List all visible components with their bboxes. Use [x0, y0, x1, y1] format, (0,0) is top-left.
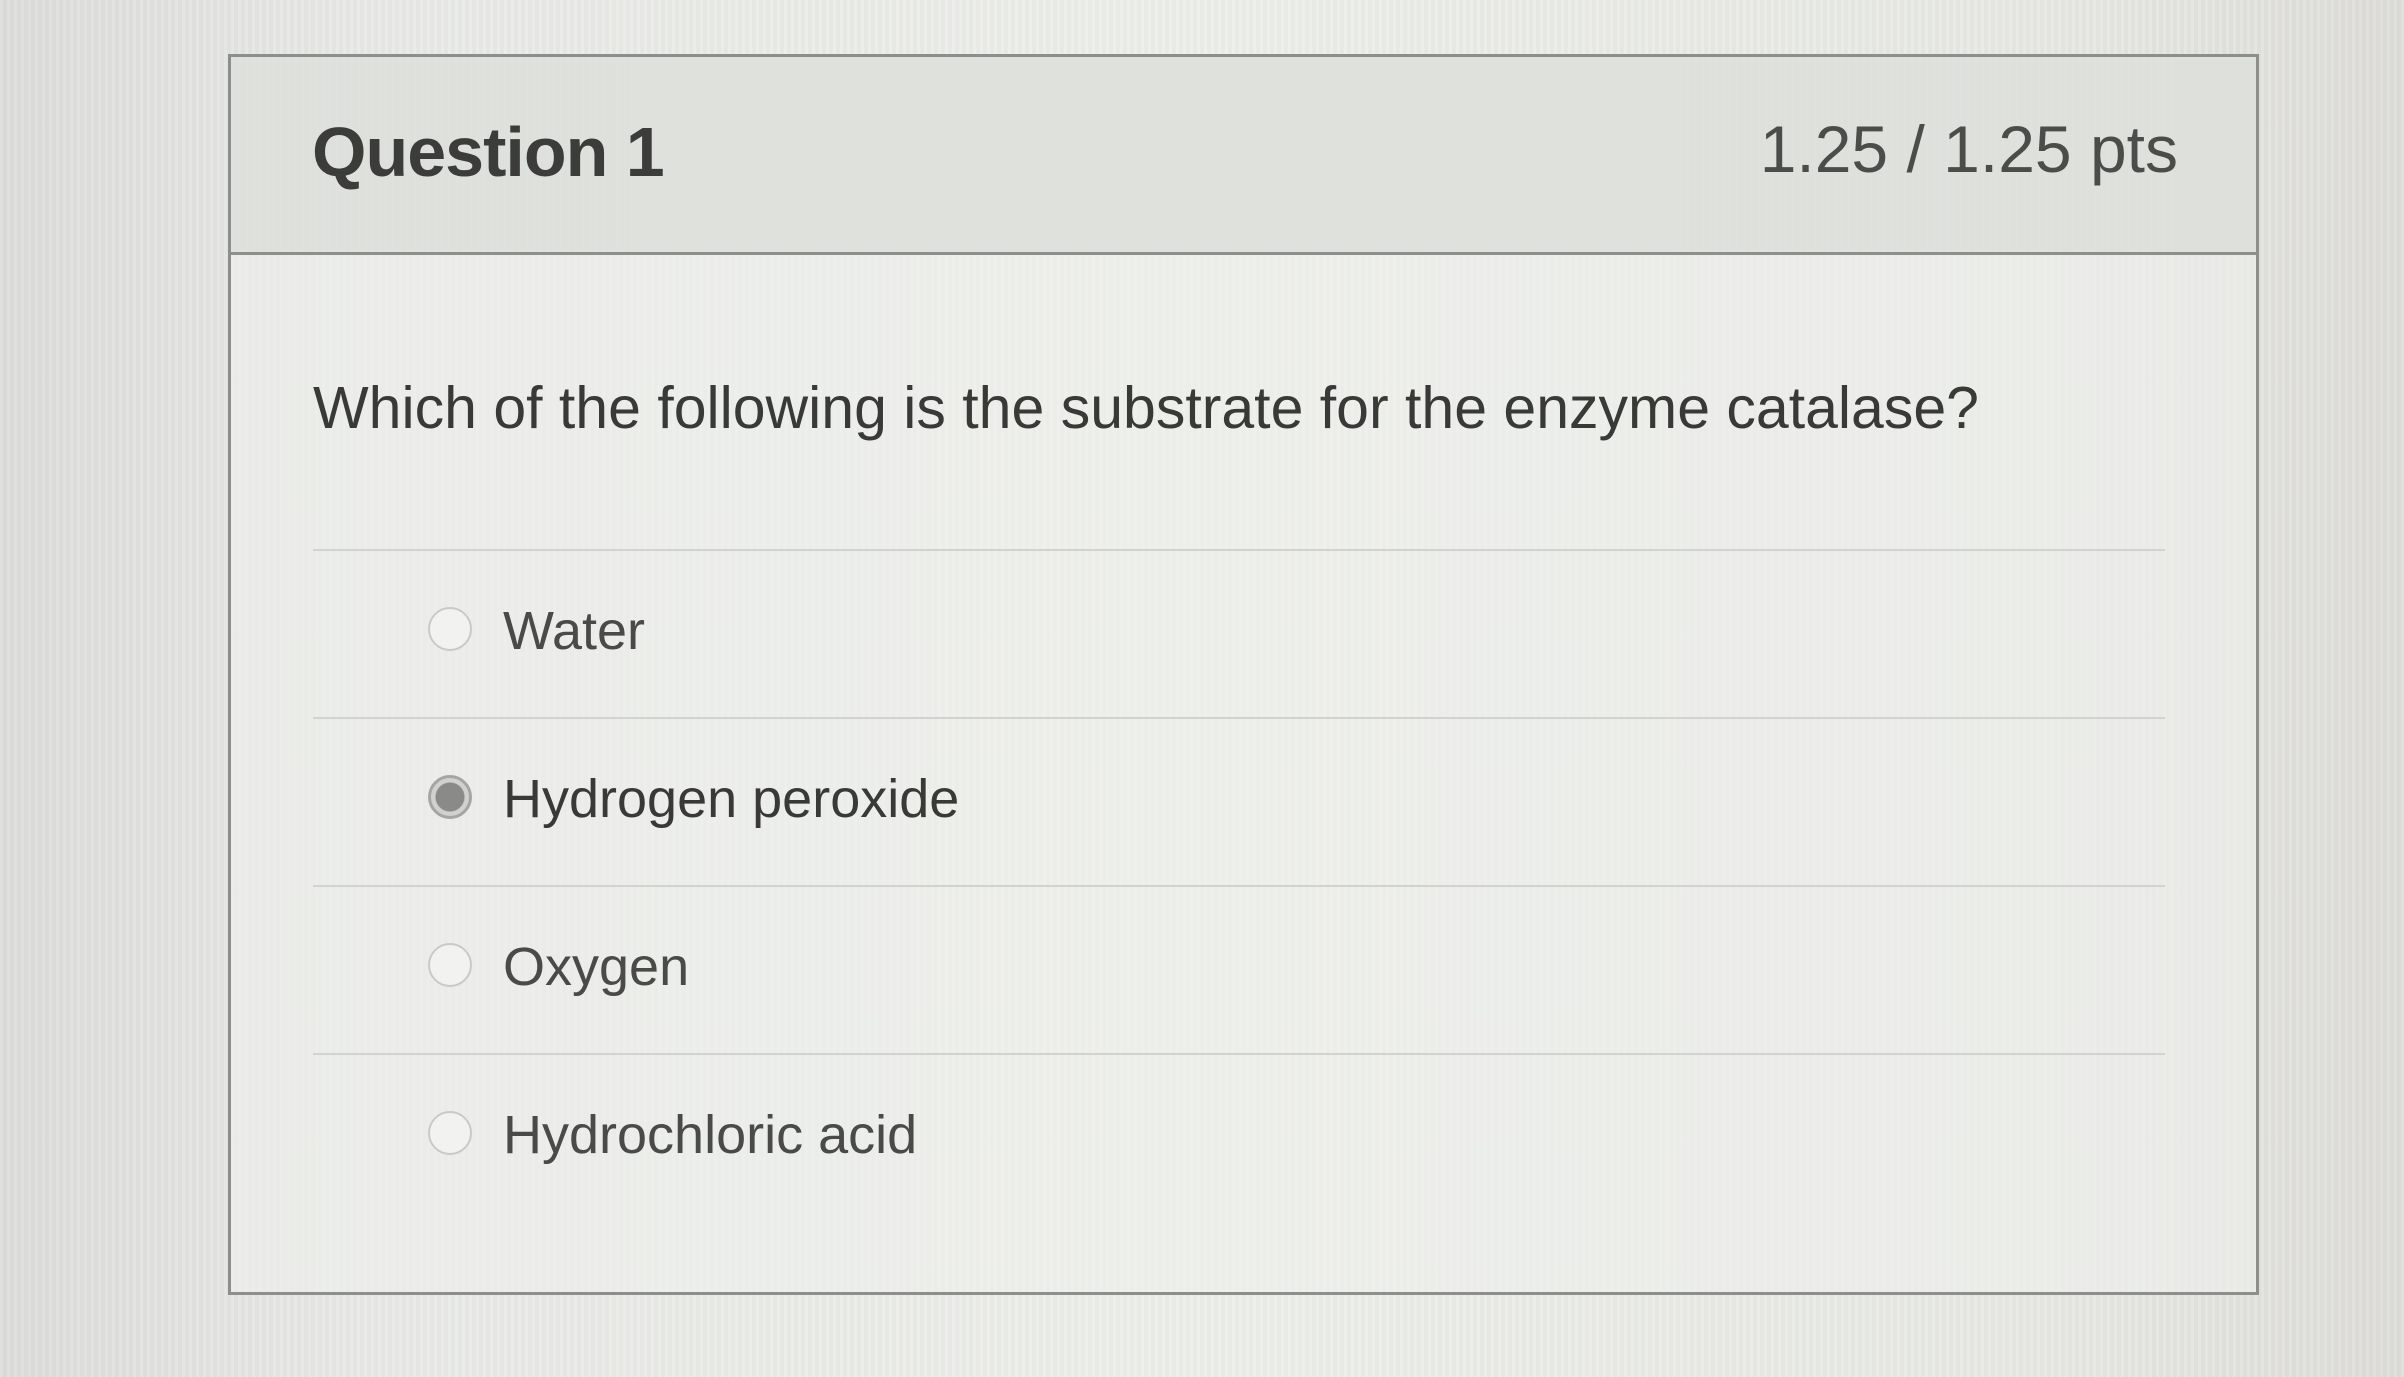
radio-icon[interactable]: [428, 943, 472, 987]
answer-options: Water Hydrogen peroxide Oxygen Hydrochlo…: [313, 549, 2165, 1221]
answer-label: Hydrogen peroxide: [503, 769, 960, 829]
answer-label: Hydrochloric acid: [503, 1105, 918, 1165]
question-points: 1.25 / 1.25 pts: [1759, 112, 2178, 186]
radio-selected-icon[interactable]: [428, 775, 472, 819]
answer-option-oxygen[interactable]: Oxygen: [313, 887, 2165, 1053]
question-prompt: Which of the following is the substrate …: [313, 375, 1979, 441]
question-title: Question 1: [312, 113, 665, 191]
answer-label: Oxygen: [503, 937, 690, 997]
radio-icon[interactable]: [428, 1111, 472, 1155]
question-header: Question 1 1.25 / 1.25 pts: [231, 57, 2256, 255]
quiz-screen: { "question": { "title": "Question 1", "…: [0, 0, 2404, 1377]
answer-option-hydrogen-peroxide[interactable]: Hydrogen peroxide: [313, 719, 2165, 885]
answer-option-water[interactable]: Water: [313, 551, 2165, 717]
question-card: Question 1 1.25 / 1.25 pts Which of the …: [228, 54, 2259, 1295]
answer-option-hydrochloric-acid[interactable]: Hydrochloric acid: [313, 1055, 2165, 1221]
radio-icon[interactable]: [428, 607, 472, 651]
answer-label: Water: [503, 601, 646, 661]
